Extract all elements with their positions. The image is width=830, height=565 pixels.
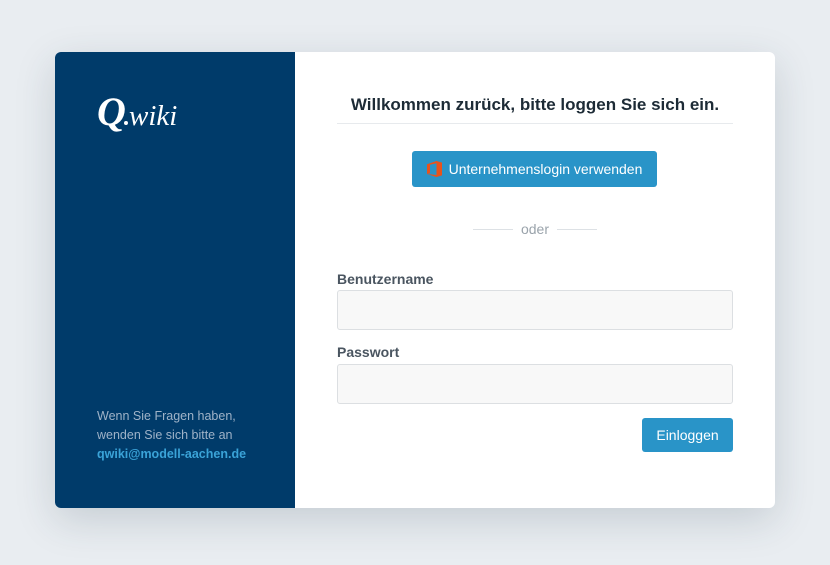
divider-line-right	[557, 228, 597, 230]
login-panel: Willkommen zurück, bitte loggen Sie sich…	[295, 52, 775, 508]
help-email-link[interactable]: qwiki@modell-aachen.de	[97, 445, 272, 464]
qwiki-logo-icon: Q wiki	[97, 92, 177, 134]
office-icon	[426, 161, 442, 177]
username-field[interactable]	[337, 290, 733, 330]
sso-login-label: Unternehmenslogin verwenden	[448, 161, 643, 177]
svg-text:wiki: wiki	[129, 100, 177, 132]
divider-line-left	[473, 228, 513, 230]
svg-text:Q: Q	[97, 92, 126, 134]
help-line-2: wenden Sie sich bitte an	[97, 428, 233, 442]
qwiki-logo: Q wiki	[97, 92, 197, 136]
help-line-1: Wenn Sie Fragen haben,	[97, 409, 236, 423]
page-title: Willkommen zurück, bitte loggen Sie sich…	[337, 95, 733, 124]
username-label: Benutzername	[337, 271, 434, 287]
or-divider: oder	[473, 220, 597, 238]
divider-text: oder	[520, 221, 550, 237]
help-text: Wenn Sie Fragen haben, wenden Sie sich b…	[97, 407, 272, 464]
login-button[interactable]: Einloggen	[642, 418, 733, 452]
login-card: Q wiki Wenn Sie Fragen haben, wenden Sie…	[55, 52, 775, 508]
password-field[interactable]	[337, 364, 733, 404]
password-label: Passwort	[337, 344, 400, 360]
sso-login-button[interactable]: Unternehmenslogin verwenden	[412, 151, 657, 187]
sidebar: Q wiki Wenn Sie Fragen haben, wenden Sie…	[55, 52, 295, 508]
